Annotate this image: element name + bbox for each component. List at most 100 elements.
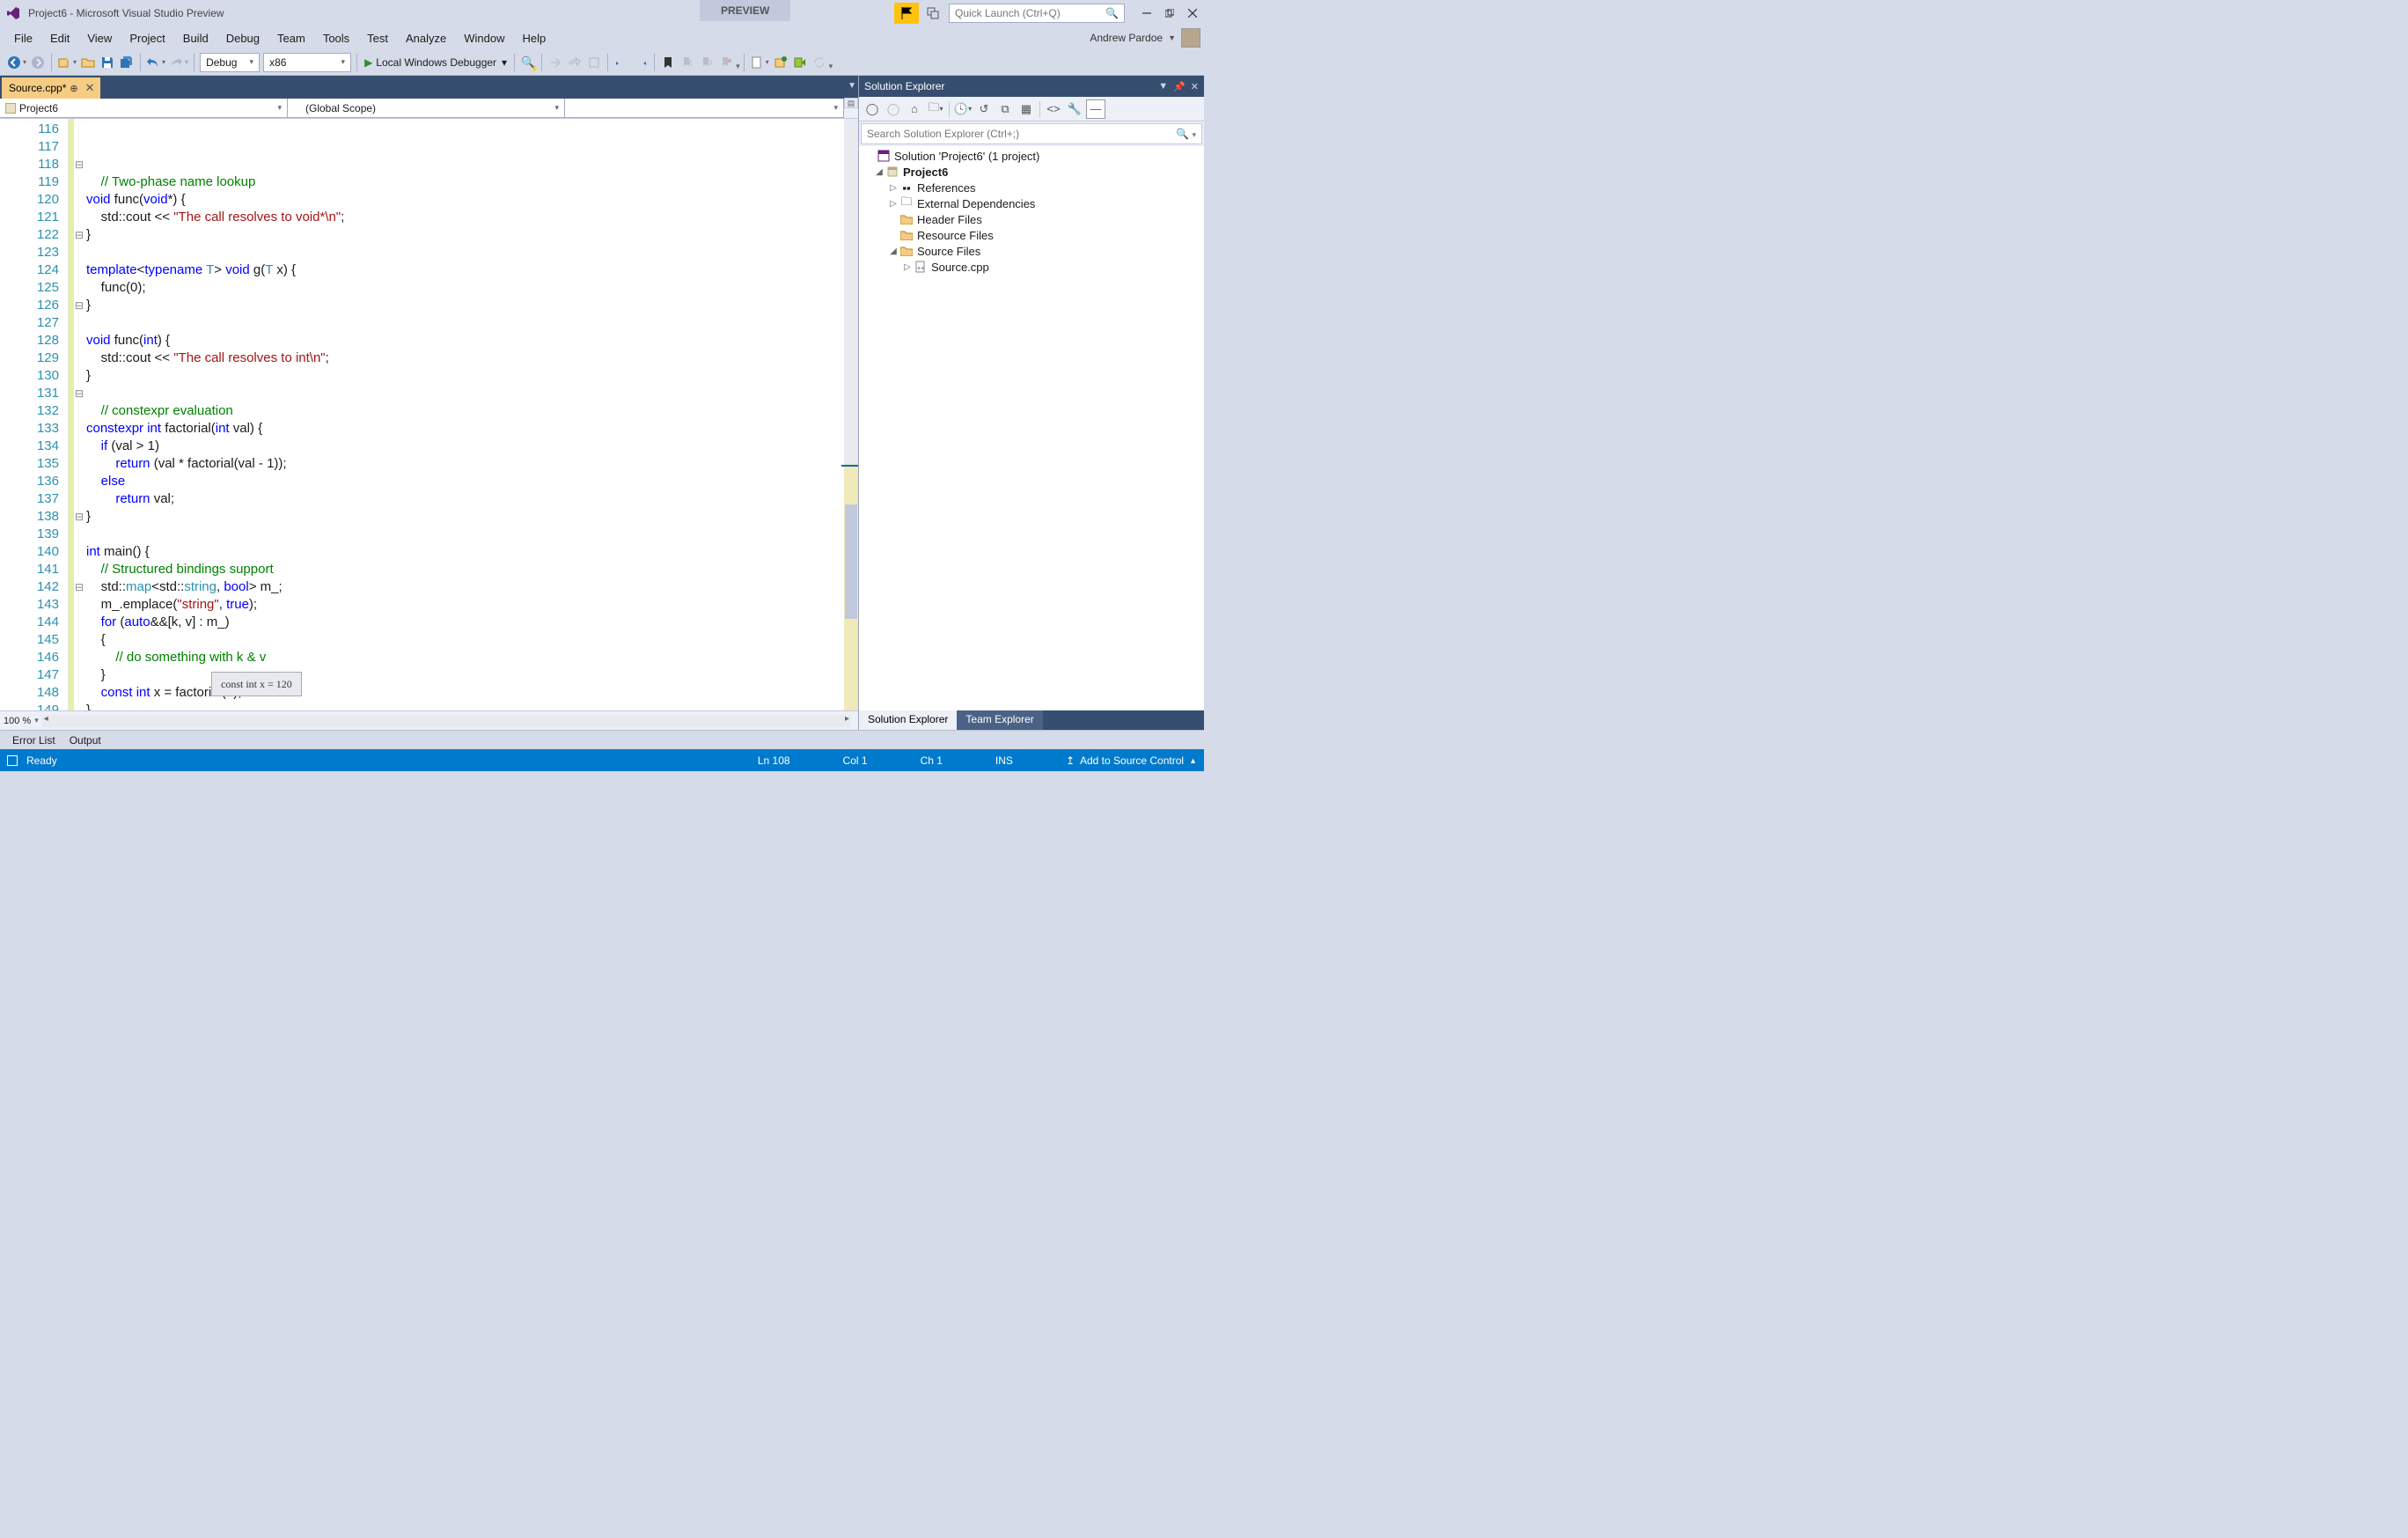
bottom-tool-tabs: Error List Output: [0, 730, 1204, 749]
document-tab[interactable]: Source.cpp* ⊕ ✕: [2, 77, 100, 99]
horizontal-scrollbar[interactable]: [42, 715, 851, 727]
user-menu[interactable]: Andrew Pardoe ▼: [1090, 28, 1200, 48]
close-button[interactable]: [1181, 4, 1204, 22]
quick-launch-input[interactable]: Quick Launch (Ctrl+Q) 🔍: [949, 4, 1125, 23]
save-button[interactable]: [98, 53, 117, 72]
cpp-file-icon: ++: [914, 260, 928, 274]
close-panel-icon[interactable]: ✕: [1191, 81, 1199, 92]
decrease-indent-button[interactable]: [612, 53, 631, 72]
home-icon[interactable]: ⌂: [905, 99, 924, 119]
preview-badge: PREVIEW: [700, 0, 790, 21]
open-file-button[interactable]: [78, 53, 98, 72]
code-editor[interactable]: 1161171181191201211221231241251261271281…: [0, 119, 858, 710]
pin-icon[interactable]: ⊕: [70, 83, 77, 94]
nav-forward-button[interactable]: [28, 53, 48, 72]
menu-analyze[interactable]: Analyze: [397, 30, 455, 47]
solution-explorer-search[interactable]: Search Solution Explorer (Ctrl+;) 🔍 ▾: [861, 123, 1202, 144]
collapse-all-icon[interactable]: ⧉: [995, 99, 1015, 119]
feedback-flag-icon[interactable]: [894, 3, 919, 24]
pending-changes-icon[interactable]: 🕓▾: [953, 99, 973, 119]
document-tab-strip: Source.cpp* ⊕ ✕ ▼: [0, 76, 858, 99]
autohide-pin-icon[interactable]: 📌: [1173, 81, 1186, 92]
svg-text:++: ++: [917, 266, 924, 272]
scope-icon[interactable]: 🗀▾: [926, 99, 945, 119]
external-deps-icon: 🗀: [899, 196, 914, 210]
title-bar: Project6 - Microsoft Visual Studio Previ…: [0, 0, 1204, 26]
zoom-combo[interactable]: 100 %▾: [4, 716, 39, 726]
window-menu-icon[interactable]: ▼: [1158, 81, 1168, 92]
menu-help[interactable]: Help: [514, 30, 555, 47]
menu-bar: File Edit View Project Build Debug Team …: [0, 26, 1204, 49]
line-number-gutter: 1161171181191201211221231241251261271281…: [0, 119, 69, 710]
new-item-button[interactable]: ▾: [748, 53, 771, 72]
nav-member-combo[interactable]: ▾: [564, 98, 844, 118]
nav-scope-combo[interactable]: (Global Scope)▾: [287, 98, 565, 118]
split-editor-icon[interactable]: ▤: [844, 98, 858, 108]
class-wizard-button[interactable]: [790, 53, 810, 72]
tab-output[interactable]: Output: [62, 732, 108, 748]
project-label: Project6: [903, 166, 948, 179]
bookmark-button[interactable]: [658, 53, 678, 72]
minimize-button[interactable]: [1135, 4, 1158, 22]
save-all-button[interactable]: [117, 53, 136, 72]
expander-icon[interactable]: ▷: [901, 262, 914, 272]
fold-column[interactable]: ⊟⊟⊟⊟⊟⊟: [74, 119, 84, 710]
back-icon[interactable]: ◯: [863, 99, 882, 119]
tab-overflow-icon[interactable]: ▼: [848, 81, 856, 91]
nav-project-combo[interactable]: Project6▾: [0, 98, 288, 118]
tree-node: Header Files: [917, 213, 982, 226]
undo-button[interactable]: ▾: [144, 53, 167, 72]
tab-error-list[interactable]: Error List: [5, 732, 62, 748]
vs-logo-icon: [5, 5, 21, 21]
menu-project[interactable]: Project: [121, 30, 173, 47]
maximize-button[interactable]: [1158, 4, 1181, 22]
new-project-button[interactable]: ▾: [55, 53, 78, 72]
status-indicator-icon: [7, 755, 18, 766]
expander-icon[interactable]: ▷: [887, 183, 899, 193]
menu-file[interactable]: File: [5, 30, 41, 47]
forward-icon[interactable]: ◯: [884, 99, 903, 119]
code-area[interactable]: // Two-phase name lookupvoid func(void*)…: [84, 119, 844, 710]
sync-icon[interactable]: ↺: [974, 99, 994, 119]
increase-indent-button[interactable]: [631, 53, 650, 72]
find-in-files-button[interactable]: 🔍⚡: [518, 53, 538, 72]
configuration-combo[interactable]: Debug▾: [200, 53, 260, 72]
menu-build[interactable]: Build: [174, 30, 217, 47]
properties-icon[interactable]: 🔧: [1065, 99, 1084, 119]
tab-solution-explorer[interactable]: Solution Explorer: [859, 710, 957, 730]
view-code-icon[interactable]: <>: [1044, 99, 1063, 119]
nav-back-button[interactable]: ▾: [5, 53, 28, 72]
solution-explorer: Solution Explorer ▼ 📌 ✕ ◯ ◯ ⌂ 🗀▾ 🕓▾ ↺ ⧉ …: [859, 76, 1204, 730]
redo-button[interactable]: ▾: [167, 53, 190, 72]
add-class-button[interactable]: [771, 53, 790, 72]
show-all-icon[interactable]: ▦: [1017, 99, 1036, 119]
folder-icon: [899, 212, 914, 226]
menu-view[interactable]: View: [78, 30, 121, 47]
expander-icon[interactable]: ◢: [887, 247, 899, 256]
notifications-icon[interactable]: [924, 4, 942, 22]
next-bookmark-button: [697, 53, 716, 72]
solution-tree[interactable]: Solution 'Project6' (1 project) ◢Project…: [859, 146, 1204, 710]
start-debugging-button[interactable]: ▶ Local Windows Debugger ▾: [361, 56, 510, 69]
platform-combo[interactable]: x86▾: [263, 53, 351, 72]
menu-window[interactable]: Window: [455, 30, 513, 47]
solution-explorer-title[interactable]: Solution Explorer ▼ 📌 ✕: [859, 76, 1204, 97]
source-control-button[interactable]: ↥ Add to Source Control ▲: [1066, 754, 1197, 767]
close-tab-icon[interactable]: ✕: [85, 81, 95, 95]
expander-icon[interactable]: ▷: [887, 199, 899, 209]
chevron-down-icon: ▼: [1168, 33, 1176, 42]
menu-tools[interactable]: Tools: [314, 30, 358, 47]
menu-debug[interactable]: Debug: [217, 30, 268, 47]
scroll-thumb[interactable]: [845, 504, 857, 619]
tab-team-explorer[interactable]: Team Explorer: [957, 710, 1042, 730]
menu-test[interactable]: Test: [358, 30, 397, 47]
preview-icon[interactable]: —: [1086, 99, 1105, 119]
window-title: Project6 - Microsoft Visual Studio Previ…: [28, 7, 224, 19]
menu-team[interactable]: Team: [268, 30, 314, 47]
project-icon: [885, 165, 899, 179]
expander-icon[interactable]: ◢: [873, 167, 885, 177]
menu-edit[interactable]: Edit: [41, 30, 78, 47]
vertical-scrollbar[interactable]: [844, 119, 858, 710]
tree-node: Source Files: [917, 245, 980, 258]
search-icon: 🔍: [1105, 7, 1119, 19]
